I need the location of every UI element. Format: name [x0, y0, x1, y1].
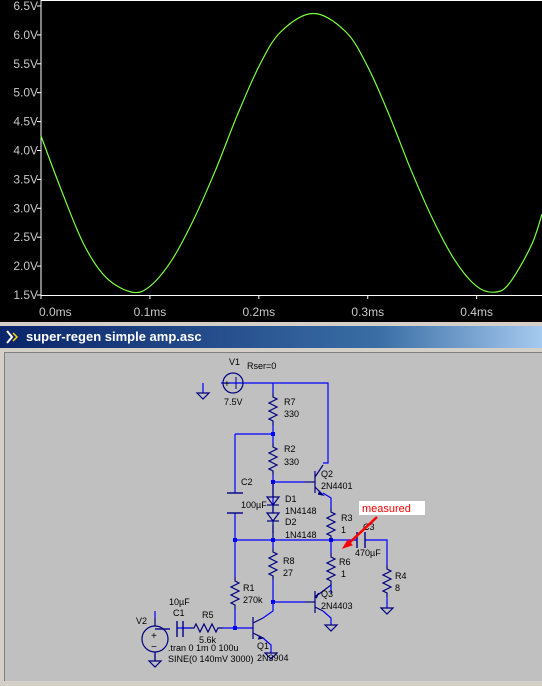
x-tick-label: 0.3ms [351, 305, 384, 319]
y-tick-label: 5.5V [13, 57, 38, 71]
v1-rser-label: Rser=0 [247, 361, 276, 371]
schematic-titlebar[interactable]: super-regen simple amp.asc [0, 326, 542, 348]
ground-symbol [323, 624, 339, 632]
ground-symbol [195, 392, 211, 400]
r6-resistor[interactable] [326, 552, 336, 586]
v1-value: 7.5V [224, 397, 243, 407]
c2-label: C2 [241, 477, 253, 487]
r7-label: R7 [284, 397, 296, 407]
ltspice-app-icon [6, 330, 19, 344]
v2-label: V2 [136, 616, 147, 626]
c1-value: 10µF [169, 597, 190, 607]
y-axis-ticks: 6.5V 6.0V 5.5V 5.0V 4.5V 4.0V 3.5V 3.0V 2.5V 2.0V… [13, 0, 41, 302]
c1-label: C1 [173, 608, 185, 618]
x-tick-label: 0.0ms [39, 305, 72, 319]
c3-value: 470µF [355, 548, 381, 558]
schematic-window[interactable]: super-regen simple amp.asc + V1 Rser=0 7… [0, 322, 542, 681]
y-tick-label: 3.0V [13, 201, 38, 215]
y-tick-label: 5.0V [13, 86, 38, 100]
d2-label: D2 [285, 517, 297, 527]
y-tick-label: 6.0V [13, 28, 38, 42]
q2-label: Q2 [321, 469, 333, 479]
r3-label: R3 [341, 513, 353, 523]
r4-label: R4 [395, 571, 407, 581]
q1-transistor[interactable] [252, 617, 265, 640]
r1-resistor[interactable] [230, 576, 240, 610]
r1-value: 270k [243, 595, 263, 605]
y-tick-label: 4.5V [13, 115, 38, 129]
y-tick-label: 4.0V [13, 144, 38, 158]
waveform-plot[interactable]: 6.5V 6.0V 5.5V 5.0V 4.5V 4.0V 3.5V 3.0V 2.5V 2.0V… [0, 0, 542, 322]
c1-capacitor[interactable] [176, 621, 184, 637]
y-tick-label: 1.5V [13, 288, 38, 302]
v2-minus-sign: − [151, 642, 157, 653]
r8-resistor[interactable] [268, 547, 278, 581]
tran-directive: .tran 0 1m 0 100u [168, 643, 239, 653]
q3-label: Q3 [321, 589, 333, 599]
d1-value: 1N4148 [285, 506, 317, 516]
x-tick-label: 0.2ms [242, 305, 275, 319]
ground-symbol [379, 607, 395, 615]
r7-resistor[interactable] [268, 392, 278, 426]
c2-value: 100µF [241, 500, 267, 510]
voltage-trace[interactable] [40, 12, 542, 294]
x-tick-label: 0.4ms [460, 305, 493, 319]
d2-value: 1N4148 [285, 530, 317, 540]
y-tick-label: 2.5V [13, 230, 38, 244]
v1-plus-sign: + [224, 379, 230, 390]
r4-resistor[interactable] [382, 564, 392, 598]
v1-label: V1 [229, 357, 240, 367]
v1-voltage-source[interactable]: + V1 Rser=0 7.5V [222, 357, 276, 407]
r6-value: 1 [341, 569, 346, 579]
circuit-diagram[interactable]: + V1 Rser=0 7.5V R7 330 R2 330 C2 100µF … [5, 353, 542, 681]
v2-sine-spec: SINE(0 140mV 3000) [168, 654, 254, 664]
d1-label: D1 [285, 494, 297, 504]
x-axis-ticks: 0.0ms 0.1ms 0.2ms 0.3ms 0.4ms [39, 295, 493, 319]
schematic-canvas[interactable]: + V1 Rser=0 7.5V R7 330 R2 330 C2 100µF … [4, 352, 542, 681]
r7-value: 330 [284, 409, 299, 419]
q3-value: 2N4403 [321, 601, 353, 611]
r4-value: 8 [395, 583, 400, 593]
r8-label: R8 [283, 556, 295, 566]
v2-plus-sign: + [151, 631, 157, 642]
r2-label: R2 [284, 444, 296, 454]
r5-resistor[interactable] [190, 622, 223, 634]
r8-value: 27 [283, 568, 293, 578]
r1-label: R1 [243, 583, 255, 593]
d1-diode[interactable] [265, 482, 281, 513]
y-tick-label: 6.5V [13, 0, 38, 13]
r3-value: 1 [341, 525, 346, 535]
r2-resistor[interactable] [268, 442, 278, 476]
r5-label: R5 [202, 610, 214, 620]
r6-label: R6 [339, 557, 351, 567]
measured-annotation: measured [341, 501, 425, 549]
r3-resistor[interactable] [326, 507, 336, 541]
waveform-chart[interactable]: 6.5V 6.0V 5.5V 5.0V 4.5V 4.0V 3.5V 3.0V 2.5V 2.0V… [0, 0, 542, 322]
y-tick-label: 2.0V [13, 259, 38, 273]
r2-value: 330 [284, 457, 299, 467]
d2-diode[interactable] [265, 512, 281, 538]
measured-label: measured [362, 503, 411, 515]
q2-value: 2N4401 [321, 481, 353, 491]
ground-symbol [147, 660, 163, 668]
y-tick-label: 3.5V [13, 172, 38, 186]
q1-label: Q1 [257, 641, 269, 651]
x-tick-label: 0.1ms [134, 305, 167, 319]
schematic-window-title: super-regen simple amp.asc [26, 329, 202, 344]
